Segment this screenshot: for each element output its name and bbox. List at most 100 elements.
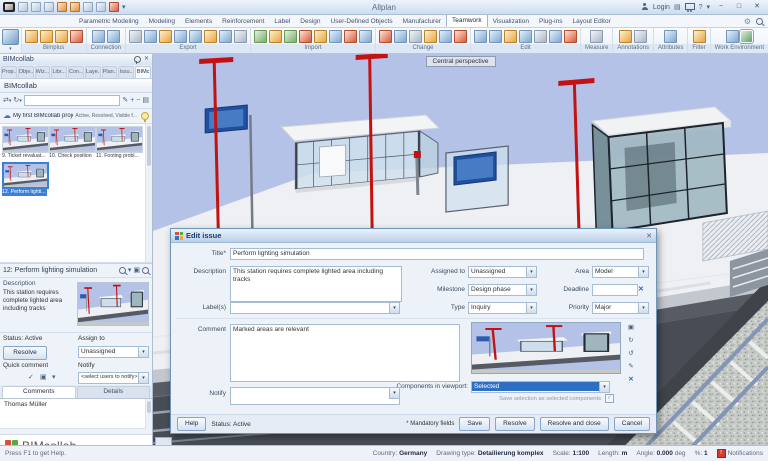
tab-details[interactable]: Details (76, 386, 150, 398)
area-select[interactable]: Model ▾ (592, 266, 649, 278)
login-button[interactable]: Login (653, 4, 670, 11)
ribbon-tool-icon[interactable] (534, 29, 547, 43)
assigned-to-select[interactable]: Unassigned ▾ (468, 266, 537, 278)
shop-cart-icon[interactable] (684, 2, 695, 12)
palette-tab-layers[interactable]: Laye... (84, 66, 101, 78)
notify-select[interactable]: ▾ (230, 387, 400, 405)
zoom-dropdown-icon[interactable]: ▾ (128, 266, 132, 275)
ribbon-tool-icon[interactable] (144, 29, 157, 43)
link-views-icon[interactable]: ⇄▾ (3, 96, 11, 106)
tab-label[interactable]: Label (269, 15, 295, 27)
dialog-title-bar[interactable]: Edit issue ✕ (171, 229, 656, 243)
tab-layout-editor[interactable]: Layout Editor (567, 15, 615, 27)
app-menu-button[interactable] (3, 2, 15, 12)
tab-modeling[interactable]: Modeling (144, 15, 180, 27)
issue-thumbnail[interactable]: 9. Ticket revaluat... (2, 126, 49, 160)
list-view-icon[interactable]: ▤ (142, 96, 149, 105)
pin-icon[interactable] (133, 55, 141, 64)
chevron-down-icon[interactable]: ▾ (389, 303, 399, 313)
qat-dropdown-icon[interactable]: ▾ (122, 3, 126, 12)
issue-thumbnail[interactable]: 10. Check position (49, 126, 96, 160)
angle-item[interactable]: Angle: 0.000 deg (636, 450, 685, 457)
ribbon-tool-icon[interactable] (234, 29, 247, 43)
viewport-label[interactable]: Central perspective (425, 56, 496, 67)
resolve-button[interactable]: Resolve (495, 417, 535, 431)
comments-hscrollbar[interactable] (0, 428, 146, 434)
help-icon[interactable]: ? (699, 3, 703, 12)
tab-comments[interactable]: Comments (2, 386, 76, 398)
info-display[interactable] (445, 145, 509, 213)
dialog-close-icon[interactable]: ✕ (646, 232, 652, 240)
tab-teamwork[interactable]: Teamwork (445, 13, 488, 27)
ribbon-tool-icon[interactable] (564, 29, 577, 43)
issue-viewpoint-thumbnail[interactable] (77, 282, 149, 326)
palette-tab-objects[interactable]: Obje... (17, 66, 34, 78)
ribbon-tool-icon[interactable] (454, 29, 467, 43)
edit-icon[interactable]: ✎ (122, 96, 128, 105)
chevron-down-icon[interactable]: ▾ (526, 285, 536, 295)
milestone-select[interactable]: Design phase ▾ (468, 284, 537, 296)
ribbon-tool-icon[interactable] (189, 29, 202, 43)
save-icon[interactable] (44, 2, 54, 12)
chevron-down-icon[interactable]: ▾ (526, 303, 536, 313)
ribbon-tool-icon[interactable] (69, 29, 83, 43)
ribbon-tool-icon[interactable] (106, 29, 120, 43)
lightbulb-icon[interactable] (141, 112, 149, 122)
chevron-down-icon[interactable]: ▾ (138, 373, 148, 383)
help-dropdown-icon[interactable]: ▾ (706, 3, 710, 12)
chevron-down-icon[interactable]: ▾ (638, 267, 648, 277)
resolve-and-close-button[interactable]: Resolve and close (539, 417, 609, 431)
palette-tab-connect[interactable]: Con... (68, 66, 84, 78)
ribbon-settings-gear-icon[interactable]: ⚙ (744, 17, 751, 26)
zoom-to-issue-icon[interactable] (118, 267, 126, 274)
save-button[interactable]: Save (459, 417, 491, 431)
ribbon-tool-icon[interactable] (91, 29, 105, 43)
connect-grid-icon[interactable]: ▤ (674, 3, 681, 12)
chevron-down-icon[interactable]: ▾ (599, 382, 609, 392)
ribbon-tool-icon[interactable] (590, 29, 604, 43)
ribbon-tool-icon[interactable] (692, 29, 706, 43)
ribbon-tool-icon[interactable] (219, 29, 232, 43)
comments-list[interactable]: Thomas Müller (0, 399, 152, 435)
save-selection-checkbox[interactable]: ✓ (605, 394, 614, 403)
tab-visualization[interactable]: Visualization (488, 15, 534, 27)
redo-icon[interactable] (70, 2, 80, 12)
palette-tab-library[interactable]: Libr... (51, 66, 68, 78)
ribbon-tool-icon[interactable] (439, 29, 452, 43)
ribbon-tool-icon[interactable] (664, 29, 678, 43)
issue-thumbnail-selected[interactable]: 12. Perform lighti... (2, 162, 49, 196)
labels-select[interactable]: ▾ (230, 302, 400, 314)
ribbon-tool-icon[interactable] (634, 29, 648, 43)
tab-elements[interactable]: Elements (180, 15, 217, 27)
palette-tab-properties[interactable]: Prop... (1, 66, 17, 78)
ribbon-tool-icon[interactable] (299, 29, 312, 43)
ribbon-tool-icon[interactable] (39, 29, 53, 43)
assign-to-select[interactable]: Unassigned ▾ (78, 346, 149, 358)
project-filters[interactable]: Active, Resolved, Visible f... (75, 113, 137, 119)
tab-reinforcement[interactable]: Reinforcement (217, 15, 269, 27)
comment-icon[interactable]: ▣ (40, 373, 47, 382)
plot-icon[interactable] (109, 2, 119, 12)
ribbon-tool-icon[interactable] (159, 29, 172, 43)
ribbon-tool-icon[interactable] (726, 29, 740, 43)
title-input[interactable]: Perform lighting simulation (230, 248, 644, 260)
ribbon-tool-icon[interactable] (409, 29, 422, 43)
ribbon-tool-icon[interactable] (344, 29, 357, 43)
palette-tab-wizards[interactable]: Wiz... (34, 66, 51, 78)
ribbon-tool-icon[interactable] (424, 29, 437, 43)
ribbon-tool-icon[interactable] (379, 29, 392, 43)
ribbon-tool-icon[interactable] (254, 29, 267, 43)
palette-tab-plans[interactable]: Plan... (101, 66, 118, 78)
ribbon-anchor-tool[interactable]: ▾ (0, 27, 22, 53)
copy-icon[interactable] (83, 2, 93, 12)
viewpoint-preview[interactable] (471, 322, 621, 374)
ribbon-tool-icon[interactable] (54, 29, 68, 43)
project-row[interactable]: ☁ My first BIMcollab project Active, Res… (0, 109, 152, 124)
ribbon-tool-icon[interactable] (619, 29, 633, 43)
comments-scrollbar[interactable] (145, 399, 152, 434)
cancel-button[interactable]: Cancel (613, 417, 650, 431)
tab-design[interactable]: Design (295, 15, 325, 27)
restore-button[interactable]: □ (732, 1, 746, 13)
snapshot-icon[interactable]: ▣ (133, 266, 140, 275)
issue-list-scrollbar[interactable] (145, 124, 152, 262)
